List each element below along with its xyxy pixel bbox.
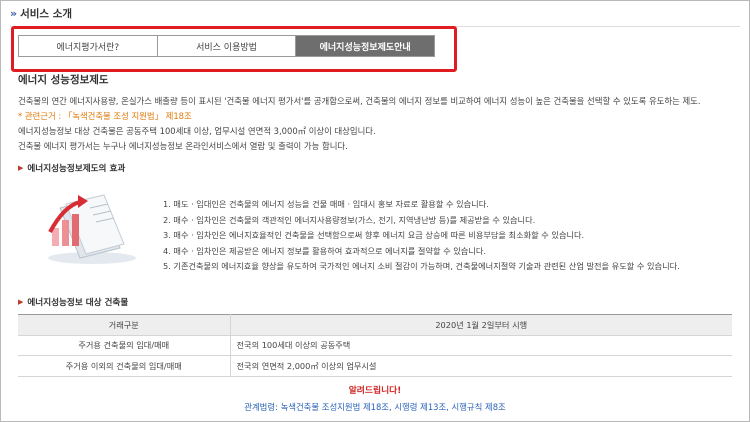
page-header: » 서비스 소개 — [10, 6, 72, 21]
targets-title: 에너지성능정보 대상 건축물 — [27, 298, 129, 308]
targets-table: 거래구분 2020년 1월 2일부터 시행 주거용 건축물의 임대/매매 전국의… — [18, 314, 732, 377]
section-paragraph: 건축물의 연간 에너지사용량, 온실가스 배출량 등이 표시된 '건축물 에너지… — [18, 96, 701, 106]
targets-heading: ▶ 에너지성능정보 대상 건축물 — [18, 296, 128, 308]
effects-heading: ▶ 에너지성능정보제도의 효과 — [18, 162, 125, 174]
list-item: 5. 기존건축물의 에너지효율 향상을 유도하여 국가적인 에너지 소비 절감이… — [163, 261, 680, 271]
table-cell: 전국의 100세대 이상의 공동주택 — [230, 335, 732, 356]
effects-title: 에너지성능정보제도의 효과 — [27, 164, 126, 174]
document-chart-icon — [48, 194, 136, 264]
double-chevron-icon: » — [10, 7, 17, 20]
list-item: 3. 매수 · 임차인은 에너지효율적인 건축물을 선택함으로써 향후 에너지 … — [163, 230, 585, 240]
list-item: 2. 매수 · 임차인은 건축물의 객관적인 에너지사용량정보(가스, 전기, … — [163, 214, 536, 225]
section-title: 에너지 성능정보제도 — [18, 74, 109, 86]
table-row: 주거용 건축물의 임대/매매 전국의 100세대 이상의 공동주택 — [18, 335, 732, 356]
column-header: 거래구분 — [18, 314, 231, 336]
notice-title: 알려드립니다! — [348, 386, 402, 396]
highlight-box — [11, 26, 457, 72]
section-paragraph: 에너지성능정보 대상 건축물은 공동주택 100세대 이상, 업무시설 연면적 … — [18, 126, 376, 136]
effects-list: 1. 매도 · 임대인은 건축물의 에너지 성능을 건물 매매 · 임대시 홍보… — [163, 197, 680, 275]
related-laws-link[interactable]: 관계법령: 녹색건축물 조성지원법 제18조, 시행령 제13조, 시행규칙 제… — [0, 401, 750, 413]
column-header: 2020년 1월 2일부터 시행 — [230, 314, 732, 336]
section-paragraph: 건축물 에너지 평가서는 누구나 에너지성능정보 온라인서비스에서 열람 및 출… — [18, 141, 348, 151]
law-prefix: * 관련근거 : — [18, 111, 64, 121]
law-article: 제18조 — [162, 111, 192, 121]
page-title: 서비스 소개 — [20, 8, 73, 20]
list-item: 1. 매도 · 임대인은 건축물의 에너지 성능을 건물 매매 · 임대시 홍보… — [163, 199, 489, 209]
table-cell: 주거용 이외의 건축물의 임대/매매 — [18, 355, 231, 377]
table-cell: 전국의 연면적 2,000㎡ 이상의 업무시설 — [230, 355, 732, 377]
table-row: 주거용 이외의 건축물의 임대/매매 전국의 연면적 2,000㎡ 이상의 업무… — [18, 355, 732, 377]
triangle-bullet-icon: ▶ — [18, 164, 24, 172]
table-cell: 주거용 건축물의 임대/매매 — [18, 335, 231, 356]
table-header-row: 거래구분 2020년 1월 2일부터 시행 — [18, 314, 732, 336]
law-reference: * 관련근거 : 「녹색건축물 조성 지원법」 제18조 — [18, 110, 192, 122]
law-name: 「녹색건축물 조성 지원법」 — [63, 111, 163, 121]
list-item: 4. 매수 · 임차인은 제공받은 에너지 정보를 활용하여 효과적으로 에너지… — [163, 245, 486, 256]
triangle-bullet-icon: ▶ — [18, 298, 24, 306]
